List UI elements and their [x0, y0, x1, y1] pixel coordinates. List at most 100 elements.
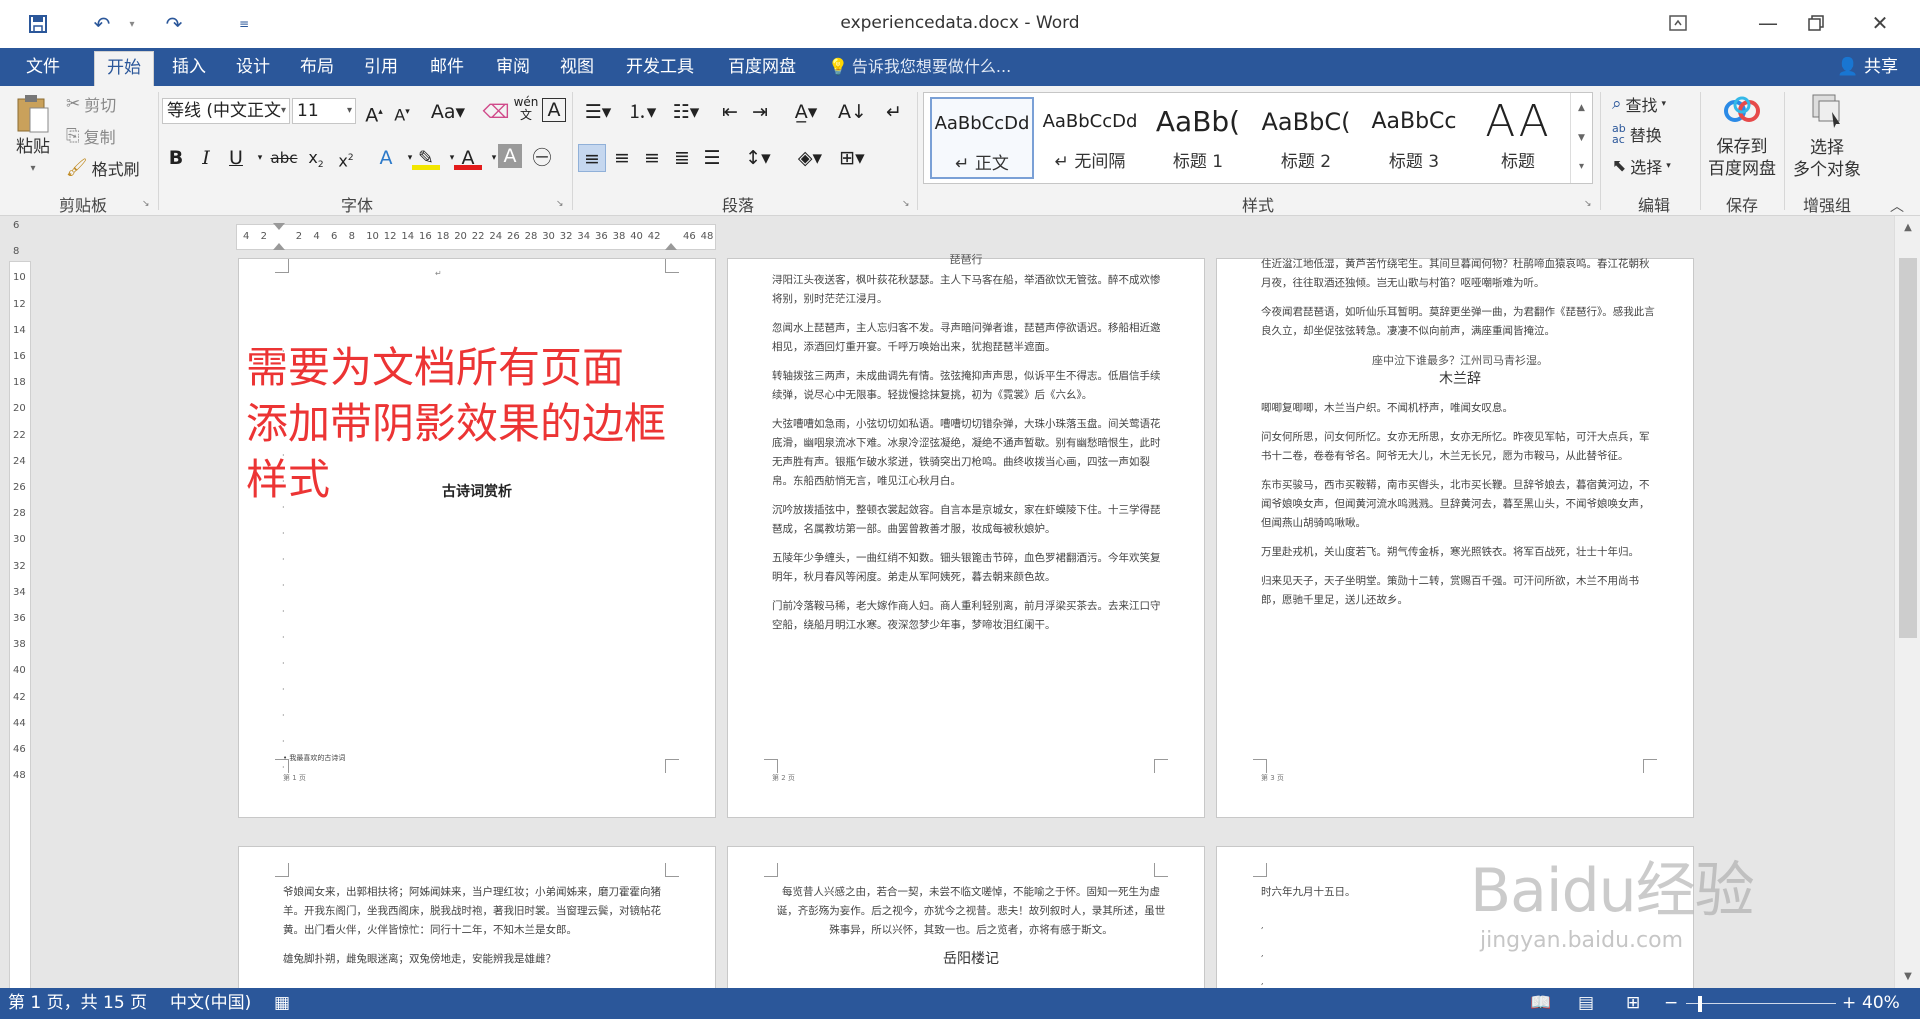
- tab-review[interactable]: 审阅: [484, 48, 542, 86]
- restore-icon[interactable]: [1796, 8, 1836, 38]
- document-page-3[interactable]: 住近湓江地低湿，黄芦苦竹绕宅生。其间旦暮闻何物？杜鹃啼血猿哀鸣。春江花朝秋月夜，…: [1216, 258, 1694, 818]
- minimize-icon[interactable]: —: [1748, 8, 1788, 38]
- scroll-down-icon[interactable]: ▼: [1895, 971, 1920, 982]
- align-left-icon[interactable]: ≡: [578, 144, 606, 172]
- first-line-indent-marker[interactable]: [273, 223, 285, 230]
- strikethrough-icon[interactable]: abc: [270, 144, 298, 172]
- character-border-icon[interactable]: A: [542, 98, 566, 122]
- read-mode-icon[interactable]: 📖: [1530, 988, 1551, 1019]
- enclose-characters-icon[interactable]: ㊀: [528, 144, 556, 172]
- subscript-icon[interactable]: x2: [302, 144, 330, 172]
- horizontal-ruler[interactable]: 4 2 2 4 6 8 10 12 14 16 18 20 22 24 26 28 30 32 34 36 38 40 42…: [236, 223, 716, 250]
- paste-dropdown-icon[interactable]: ▾: [8, 158, 58, 180]
- style-heading-3[interactable]: AaBbCc 标题 3: [1362, 97, 1466, 179]
- italic-icon[interactable]: I: [192, 144, 220, 172]
- zoom-slider-thumb[interactable]: [1698, 996, 1702, 1012]
- vertical-ruler[interactable]: 6 8 10 12 14 16 18 20 22 24 26 28 30 32 34 36 38 40 42 44 46…: [0, 216, 32, 988]
- font-color-icon[interactable]: A: [454, 144, 482, 170]
- tell-me-box[interactable]: 💡 告诉我您想要做什么...: [828, 48, 1011, 86]
- highlight-icon[interactable]: ✎: [412, 144, 440, 170]
- zoom-slider[interactable]: [1686, 1003, 1836, 1004]
- scroll-up-icon[interactable]: ▲: [1895, 222, 1920, 233]
- shrink-font-icon[interactable]: A▾: [388, 98, 416, 126]
- print-layout-icon[interactable]: ▤: [1578, 988, 1594, 1019]
- select-button[interactable]: ⬉ 选择 ▾: [1612, 154, 1671, 178]
- clear-formatting-icon[interactable]: ⌫: [482, 98, 510, 126]
- font-launcher-icon[interactable]: ↘: [556, 199, 564, 209]
- page-count-status[interactable]: 第 1 页，共 15 页: [8, 988, 147, 1019]
- line-spacing-icon[interactable]: ↕▾: [738, 144, 778, 172]
- document-page-4[interactable]: 爷娘闻女来，出郭相扶将；阿姊闻妹来，当户理红妆；小弟闻姊来，磨刀霍霍向猪羊。开我…: [238, 846, 716, 988]
- multilevel-list-icon[interactable]: ☷▾: [666, 98, 706, 126]
- chevron-down-icon[interactable]: ▼: [1571, 123, 1592, 153]
- ribbon-display-icon[interactable]: [1658, 8, 1698, 38]
- chinese-layout-icon[interactable]: A̲▾: [786, 98, 826, 126]
- select-multiple-objects-button[interactable]: 选择 多个对象: [1788, 92, 1866, 181]
- styles-launcher-icon[interactable]: ↘: [1584, 199, 1592, 209]
- style-no-spacing[interactable]: AaBbCcDd ↵ 无间隔: [1038, 97, 1142, 179]
- tab-design[interactable]: 设计: [224, 48, 282, 86]
- grow-font-icon[interactable]: A▴: [360, 98, 388, 126]
- chevron-up-icon[interactable]: ▲: [1571, 93, 1592, 123]
- scrollbar-thumb[interactable]: [1899, 258, 1917, 638]
- superscript-icon[interactable]: x2: [332, 144, 360, 172]
- right-indent-marker[interactable]: [665, 243, 677, 250]
- paragraph-launcher-icon[interactable]: ↘: [902, 199, 910, 209]
- vertical-scrollbar[interactable]: ▲ ▼: [1894, 216, 1920, 988]
- style-title[interactable]: AA 标题: [1470, 97, 1566, 179]
- tab-insert[interactable]: 插入: [160, 48, 218, 86]
- collapse-ribbon-icon[interactable]: ︿: [1890, 196, 1904, 216]
- copy-button[interactable]: ⎘ 复制: [66, 124, 116, 148]
- bold-icon[interactable]: B: [162, 144, 190, 172]
- style-heading-2[interactable]: AaBbC( 标题 2: [1254, 97, 1358, 179]
- group-separator: [158, 92, 159, 210]
- macro-recording-icon[interactable]: ▦: [274, 988, 290, 1019]
- tab-layout[interactable]: 布局: [288, 48, 346, 86]
- styles-scroll[interactable]: ▲ ▼ ▾: [1570, 93, 1592, 183]
- increase-indent-icon[interactable]: ⇥: [746, 98, 774, 126]
- justify-icon[interactable]: ≣: [668, 144, 696, 172]
- tab-home[interactable]: 开始: [94, 51, 154, 86]
- clipboard-launcher-icon[interactable]: ↘: [142, 199, 150, 209]
- cut-button[interactable]: ✂ 剪切: [66, 92, 116, 116]
- zoom-level[interactable]: 40%: [1862, 988, 1900, 1019]
- web-layout-icon[interactable]: ⊞: [1626, 988, 1640, 1019]
- format-painter-button[interactable]: 🖌 格式刷: [66, 156, 140, 180]
- tab-view[interactable]: 视图: [548, 48, 606, 86]
- close-icon[interactable]: ✕: [1860, 8, 1900, 38]
- document-page-2[interactable]: 琵琶行 浔阳江头夜送客，枫叶荻花秋瑟瑟。主人下马客在船，举酒欲饮无管弦。醉不成欢…: [727, 253, 1205, 818]
- tab-file[interactable]: 文件: [14, 48, 72, 86]
- style-heading-1[interactable]: AaBb( 标题 1: [1146, 97, 1250, 179]
- character-shading-icon[interactable]: A: [498, 144, 522, 168]
- sort-icon[interactable]: A↓: [838, 98, 867, 126]
- distributed-icon[interactable]: ☰: [698, 144, 726, 172]
- bullets-icon[interactable]: ☰▾: [578, 98, 618, 126]
- tab-references[interactable]: 引用: [352, 48, 410, 86]
- change-case-icon[interactable]: Aa▾: [428, 98, 468, 126]
- expand-gallery-icon[interactable]: ▾: [1571, 153, 1592, 181]
- find-button[interactable]: ⌕ 查找 ▾: [1612, 92, 1666, 116]
- tab-baidu-netdisk[interactable]: 百度网盘: [716, 48, 808, 86]
- numbering-icon[interactable]: ⒈▾: [622, 98, 662, 126]
- decrease-indent-icon[interactable]: ⇤: [716, 98, 744, 126]
- replace-button[interactable]: ab ac 替换: [1612, 122, 1662, 146]
- zoom-out-icon[interactable]: −: [1664, 988, 1678, 1019]
- paste-button[interactable]: 粘贴 ▾: [8, 92, 58, 180]
- phonetic-guide-icon[interactable]: wén 文: [512, 96, 540, 124]
- align-center-icon[interactable]: ≡: [608, 144, 636, 172]
- share-button[interactable]: 👤 共享: [1837, 48, 1898, 86]
- tab-mailings[interactable]: 邮件: [418, 48, 476, 86]
- font-name-combo[interactable]: 等线 (中文正文 ▾: [162, 98, 290, 124]
- style-normal[interactable]: AaBbCcDd ↵ 正文: [930, 97, 1034, 179]
- align-right-icon[interactable]: ≡: [638, 144, 666, 172]
- shading-icon[interactable]: ◈▾: [790, 144, 830, 172]
- zoom-in-icon[interactable]: +: [1842, 988, 1856, 1019]
- show-formatting-marks-icon[interactable]: ↵: [880, 98, 908, 126]
- hanging-indent-marker[interactable]: [273, 243, 285, 250]
- save-to-baidu-button[interactable]: 保存到 百度网盘: [1704, 92, 1780, 180]
- document-page-5[interactable]: 每览昔人兴感之由，若合一契，未尝不临文嗟悼，不能喻之于怀。固知一死生为虚诞，齐彭…: [727, 846, 1205, 988]
- borders-icon[interactable]: ⊞▾: [832, 144, 872, 172]
- tab-developer[interactable]: 开发工具: [614, 48, 706, 86]
- font-size-combo[interactable]: 11 ▾: [292, 98, 356, 124]
- language-status[interactable]: 中文(中国): [170, 988, 251, 1019]
